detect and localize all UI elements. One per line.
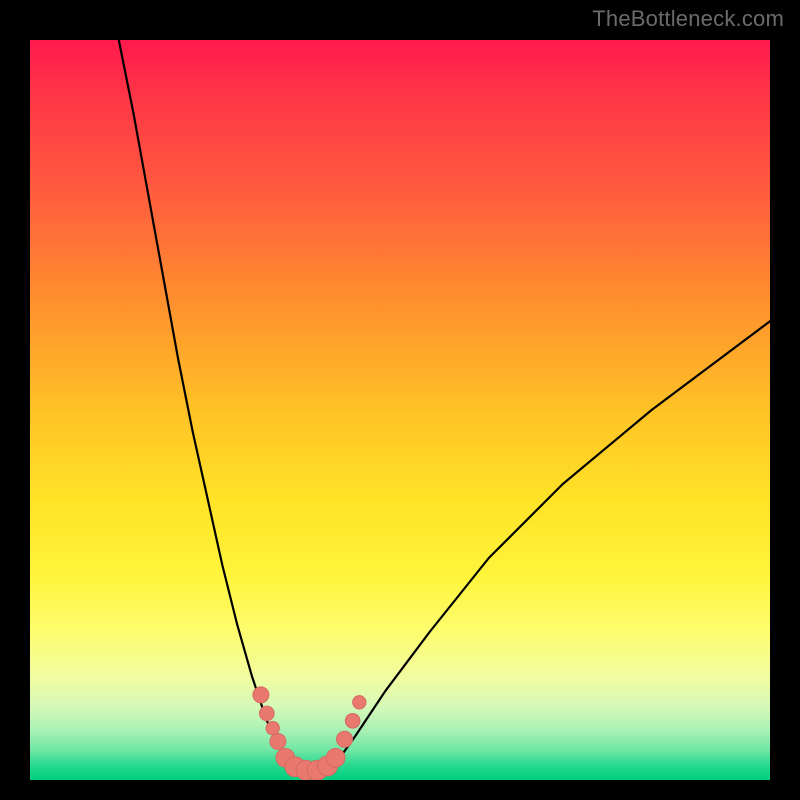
curve-marker: [270, 734, 286, 750]
plot-area: [30, 40, 770, 780]
curve-marker: [326, 748, 345, 767]
curve-marker: [253, 687, 269, 703]
curve-marker: [345, 713, 360, 728]
curve-marker: [353, 696, 366, 709]
bottleneck-curve: [119, 40, 770, 773]
curve-markers: [253, 687, 366, 780]
chart-frame: TheBottleneck.com: [0, 0, 800, 800]
watermark-text: TheBottleneck.com: [592, 6, 784, 32]
curve-marker: [337, 731, 353, 747]
curve-marker: [266, 722, 279, 735]
chart-svg: [30, 40, 770, 780]
curve-marker: [259, 706, 274, 721]
